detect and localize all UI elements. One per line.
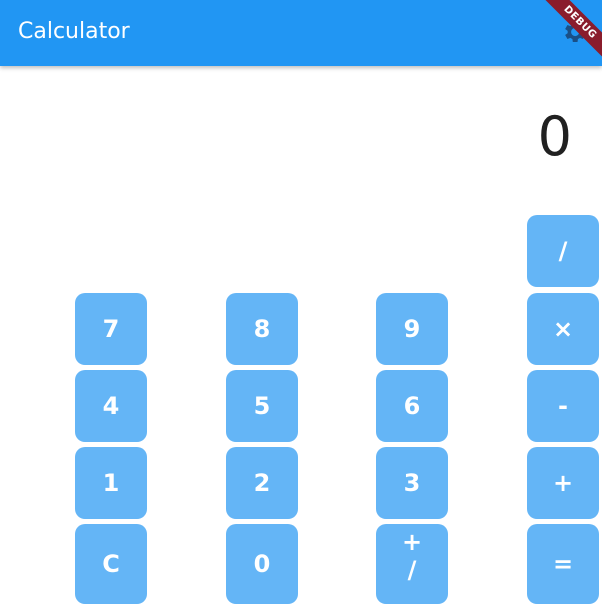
app-title: Calculator [18, 19, 130, 44]
debug-label: DEBUG [535, 0, 602, 68]
digit-7-button[interactable]: 7 [75, 293, 147, 365]
plus-minus-bottom-label: / [407, 556, 417, 584]
digit-3-button[interactable]: 3 [376, 447, 448, 519]
digit-5-button[interactable]: 5 [226, 370, 298, 442]
plus-minus-top-label: + [401, 528, 423, 556]
digit-0-button[interactable]: 0 [226, 524, 298, 604]
digit-8-button[interactable]: 8 [226, 293, 298, 365]
equals-button[interactable]: = [527, 524, 599, 604]
digit-1-button[interactable]: 1 [75, 447, 147, 519]
clear-button[interactable]: C [75, 524, 147, 604]
minus-button[interactable]: - [527, 370, 599, 442]
debug-banner: DEBUG [528, 0, 602, 74]
calculator-display: 0 [537, 105, 572, 168]
plus-minus-button[interactable]: + / [376, 524, 448, 604]
divide-button[interactable]: / [527, 215, 599, 287]
multiply-button[interactable]: × [527, 293, 599, 365]
digit-9-button[interactable]: 9 [376, 293, 448, 365]
digit-2-button[interactable]: 2 [226, 447, 298, 519]
digit-4-button[interactable]: 4 [75, 370, 147, 442]
digit-6-button[interactable]: 6 [376, 370, 448, 442]
plus-button[interactable]: + [527, 447, 599, 519]
app-bar: Calculator [0, 0, 602, 66]
